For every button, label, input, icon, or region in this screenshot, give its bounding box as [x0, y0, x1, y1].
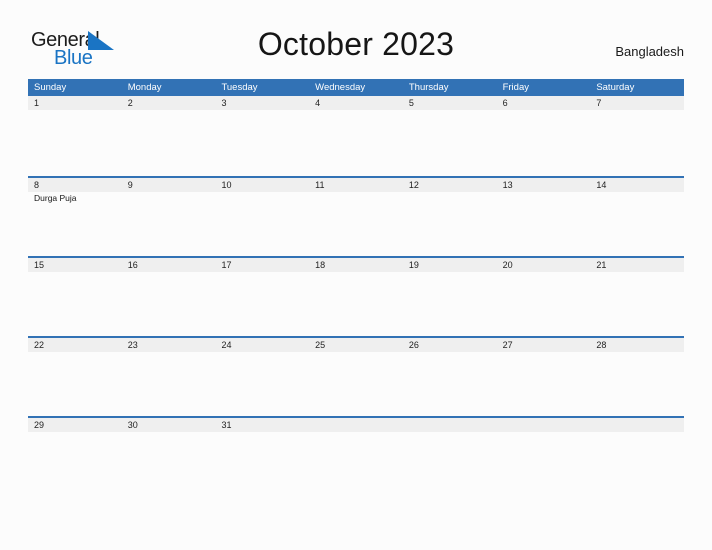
- country-label: Bangladesh: [615, 44, 684, 59]
- day-number: 17: [221, 260, 232, 270]
- day-number: 6: [502, 98, 508, 108]
- day-number: 20: [502, 260, 513, 270]
- page-title: October 2023: [257, 26, 455, 62]
- day-number: 28: [596, 340, 607, 350]
- week-row: 8 Durga Puja 9 10 11 12 13 14: [28, 176, 684, 256]
- day-cell[interactable]: 14: [590, 178, 684, 256]
- day-cell[interactable]: 29: [28, 418, 122, 450]
- week-row: 29 30 31: [28, 416, 684, 450]
- day-cell[interactable]: 6: [497, 96, 591, 176]
- day-number: 13: [502, 180, 513, 190]
- day-number: 24: [221, 340, 232, 350]
- day-number: 21: [596, 260, 607, 270]
- day-number: 26: [408, 340, 419, 350]
- day-cell[interactable]: 7: [590, 96, 684, 176]
- day-number: 15: [34, 260, 45, 270]
- weekday-header-row: Sunday Monday Tuesday Wednesday Thursday…: [28, 79, 684, 96]
- day-cell[interactable]: 16: [122, 258, 216, 336]
- day-number: 5: [408, 98, 414, 108]
- day-number: 1: [34, 98, 40, 108]
- calendar-page: General Blue October 2023 Bangladesh Sun…: [0, 0, 712, 550]
- day-cell[interactable]: 10: [215, 178, 309, 256]
- day-number: 23: [127, 340, 138, 350]
- day-cell[interactable]: 31: [215, 418, 309, 450]
- weekday-header-thursday: Thursday: [408, 82, 449, 93]
- weekday-header-friday: Friday: [502, 82, 529, 93]
- day-cell-empty: [403, 418, 497, 450]
- day-cell-empty: [497, 418, 591, 450]
- day-cell-empty: [590, 418, 684, 450]
- day-number: 14: [596, 180, 607, 190]
- event-item[interactable]: Durga Puja: [34, 193, 118, 204]
- day-number: 29: [34, 420, 45, 430]
- day-cell[interactable]: 4: [309, 96, 403, 176]
- day-number: 7: [596, 98, 602, 108]
- day-cell[interactable]: 25: [309, 338, 403, 416]
- weekday-header-tuesday: Tuesday: [221, 82, 258, 93]
- weekday-header-wednesday: Wednesday: [315, 82, 366, 93]
- day-cell[interactable]: 3: [215, 96, 309, 176]
- day-number: 31: [221, 420, 232, 430]
- day-number: 3: [221, 98, 227, 108]
- day-cell[interactable]: 26: [403, 338, 497, 416]
- day-cell[interactable]: 9: [122, 178, 216, 256]
- day-cell[interactable]: 21: [590, 258, 684, 336]
- day-cell[interactable]: 27: [497, 338, 591, 416]
- day-cell[interactable]: 20: [497, 258, 591, 336]
- day-cell[interactable]: 30: [122, 418, 216, 450]
- day-cell[interactable]: 18: [309, 258, 403, 336]
- day-cell[interactable]: 24: [215, 338, 309, 416]
- day-number: 12: [408, 180, 419, 190]
- day-cell[interactable]: 23: [122, 338, 216, 416]
- day-events: Durga Puja: [34, 193, 118, 204]
- day-number: 18: [315, 260, 326, 270]
- day-number: 22: [34, 340, 45, 350]
- day-cell[interactable]: 19: [403, 258, 497, 336]
- page-header: General Blue October 2023 Bangladesh: [28, 26, 684, 74]
- week-row: 1 2 3 4 5 6 7: [28, 96, 684, 176]
- day-number: 19: [408, 260, 419, 270]
- weekday-header-saturday: Saturday: [596, 82, 635, 93]
- day-cell[interactable]: 22: [28, 338, 122, 416]
- day-cell[interactable]: 28: [590, 338, 684, 416]
- day-cell[interactable]: 13: [497, 178, 591, 256]
- day-number: 8: [34, 180, 40, 190]
- day-cell[interactable]: 17: [215, 258, 309, 336]
- day-number: 9: [127, 180, 133, 190]
- day-cell[interactable]: 2: [122, 96, 216, 176]
- day-number: 4: [315, 98, 321, 108]
- day-cell[interactable]: 8 Durga Puja: [28, 178, 122, 256]
- day-number: 16: [127, 260, 138, 270]
- weekday-header-sunday: Sunday: [34, 82, 67, 93]
- day-number: 10: [221, 180, 232, 190]
- day-cell[interactable]: 5: [403, 96, 497, 176]
- week-row: 15 16 17 18 19 20 21: [28, 256, 684, 336]
- day-cell[interactable]: 11: [309, 178, 403, 256]
- day-cell[interactable]: 12: [403, 178, 497, 256]
- day-cell-empty: [309, 418, 403, 450]
- day-number: 27: [502, 340, 513, 350]
- day-number: 2: [127, 98, 133, 108]
- day-number: 11: [315, 180, 325, 190]
- week-row: 22 23 24 25 26 27 28: [28, 336, 684, 416]
- day-number: 30: [127, 420, 138, 430]
- day-number: 25: [315, 340, 326, 350]
- day-cell[interactable]: 15: [28, 258, 122, 336]
- month-calendar-grid: Sunday Monday Tuesday Wednesday Thursday…: [28, 79, 684, 450]
- day-cell[interactable]: 1: [28, 96, 122, 176]
- weekday-header-monday: Monday: [127, 82, 162, 93]
